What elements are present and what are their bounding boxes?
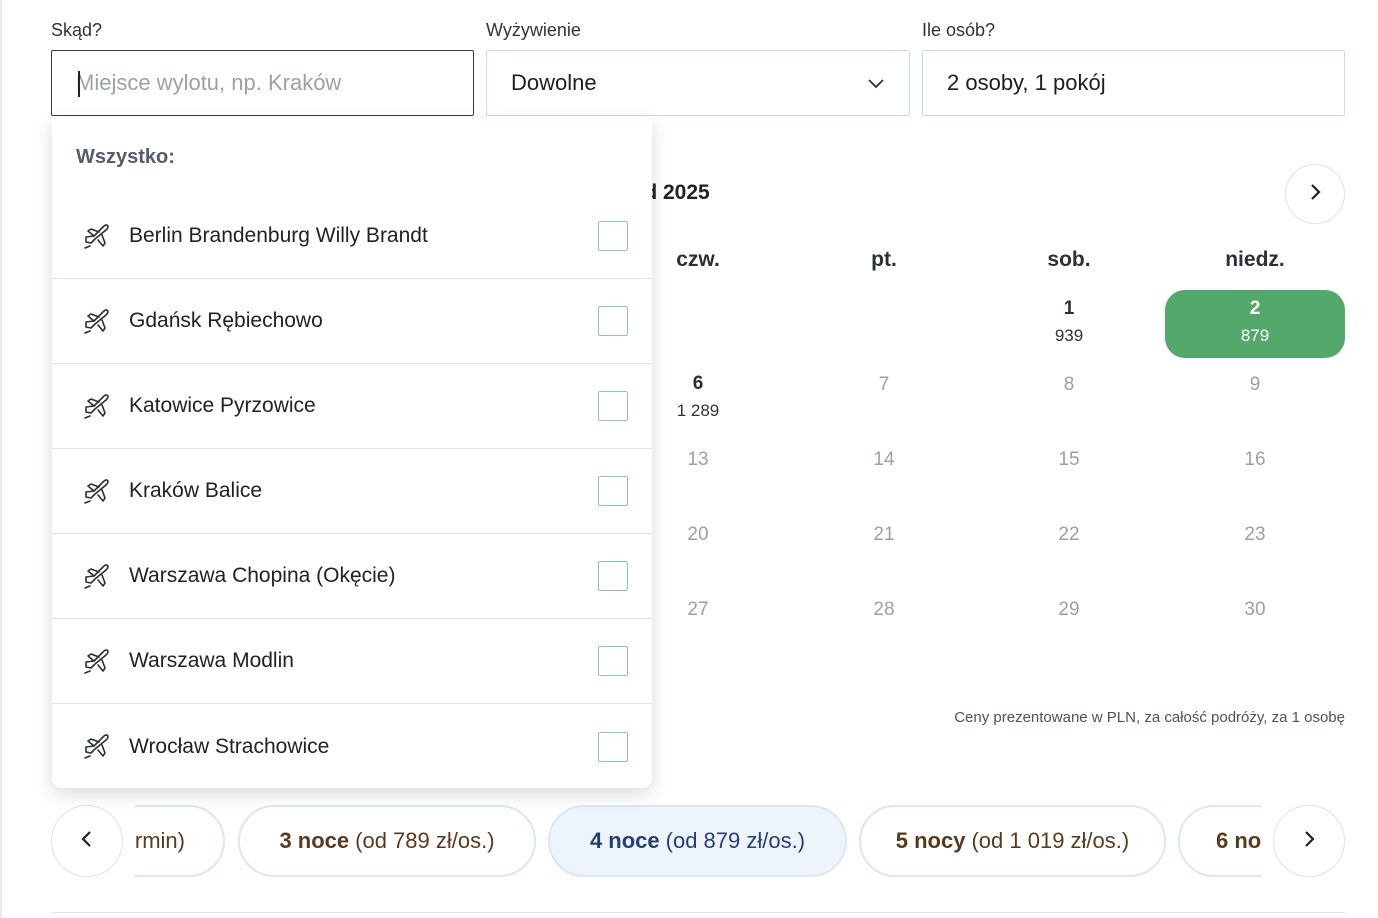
chevron-left-icon	[81, 830, 93, 853]
calendar-day-1[interactable]: 1 939	[979, 290, 1159, 358]
airport-checkbox[interactable]	[598, 646, 628, 676]
airport-option-label: Kraków Balice	[129, 479, 263, 502]
nights-option-count: 4 noce	[589, 828, 660, 853]
airplane-icon	[82, 477, 112, 507]
calendar-day-8: 8	[979, 360, 1159, 428]
day-number: 29	[1058, 599, 1080, 620]
people-field[interactable]: 2 osoby, 1 pokój	[922, 50, 1345, 116]
nights-option-price: (od 1 019 zł/os.)	[971, 828, 1130, 853]
airport-checkbox[interactable]	[598, 391, 628, 421]
from-field[interactable]	[51, 50, 474, 116]
calendar-day-7: 7	[794, 360, 974, 428]
departure-dropdown: Wszystko: Berlin Brandenburg Willy Brand…	[52, 118, 652, 788]
calendar-day-23: 23	[1165, 510, 1345, 578]
nights-option-4[interactable]: 4 noce (od 879 zł/os.)	[548, 805, 847, 877]
day-number: 7	[878, 374, 890, 395]
day-number: 22	[1058, 524, 1080, 545]
nights-option-5[interactable]: 5 nocy (od 1 019 zł/os.)	[859, 805, 1166, 877]
day-number: 30	[1244, 599, 1266, 620]
weekday-fri: pt.	[871, 248, 897, 271]
airport-option[interactable]: Warszawa Chopina (Okęcie)	[52, 534, 652, 619]
dropdown-header: Wszystko:	[76, 146, 175, 168]
day-number: 21	[873, 524, 895, 545]
day-number: 1	[1063, 298, 1075, 319]
airport-option[interactable]: Kraków Balice	[52, 449, 652, 534]
nights-strip: rmin) 3 noce (od 789 zł/os.) 4 noce (od 87…	[135, 800, 1261, 882]
day-number: 14	[873, 449, 895, 470]
calendar-day-9: 9	[1165, 360, 1345, 428]
airport-option[interactable]: Wrocław Strachowice	[52, 704, 652, 789]
price-note: Ceny prezentowane w PLN, za całość podró…	[954, 709, 1345, 726]
people-label: Ile osób?	[922, 20, 996, 40]
people-value: 2 osoby, 1 pokój	[947, 70, 1106, 95]
next-month-button[interactable]	[1285, 164, 1345, 224]
chevron-right-icon	[1303, 830, 1315, 853]
calendar-day-15: 15	[979, 435, 1159, 503]
airport-option[interactable]: Berlin Brandenburg Willy Brandt	[52, 194, 652, 279]
nights-next-button[interactable]	[1273, 805, 1345, 877]
airplane-icon	[82, 307, 112, 337]
airport-option-label: Katowice Pyrzowice	[129, 394, 316, 417]
day-number: 23	[1244, 524, 1266, 545]
calendar-day-30: 30	[1165, 585, 1345, 653]
nights-option-3[interactable]: 3 noce (od 789 zł/os.)	[238, 805, 536, 877]
nights-option-price: (od 789 zł/os.)	[355, 828, 495, 853]
from-label: Skąd?	[51, 20, 103, 40]
chevron-down-icon	[867, 70, 885, 96]
airplane-icon	[82, 222, 112, 252]
nights-option-count: 6 no	[1216, 828, 1261, 853]
from-input[interactable]	[76, 70, 449, 96]
airport-option-label: Warszawa Modlin	[129, 649, 294, 672]
airport-option[interactable]: Katowice Pyrzowice	[52, 364, 652, 449]
calendar-day-14: 14	[794, 435, 974, 503]
board-value: Dowolne	[511, 70, 597, 95]
airport-checkbox[interactable]	[598, 306, 628, 336]
airport-checkbox[interactable]	[598, 221, 628, 251]
airport-option-label: Warszawa Chopina (Okęcie)	[129, 564, 396, 587]
day-number: 9	[1249, 374, 1261, 395]
airplane-icon	[82, 392, 112, 422]
day-number: 28	[873, 599, 895, 620]
day-number: 15	[1058, 449, 1080, 470]
nights-option-6[interactable]: 6 no	[1178, 805, 1261, 877]
airport-option[interactable]: Warszawa Modlin	[52, 619, 652, 704]
nights-prev-button[interactable]	[51, 805, 123, 877]
text-caret	[78, 71, 80, 97]
airport-checkbox[interactable]	[598, 731, 628, 762]
bottom-divider	[51, 912, 1345, 913]
nights-option-count: 5 nocy	[895, 828, 966, 853]
calendar-day-16: 16	[1165, 435, 1345, 503]
airplane-icon	[82, 732, 112, 762]
calendar-day-22: 22	[979, 510, 1159, 578]
nights-option-label: rmin)	[135, 828, 185, 853]
airplane-icon	[82, 562, 112, 592]
airport-checkbox[interactable]	[598, 561, 628, 591]
calendar-day-29: 29	[979, 585, 1159, 653]
day-number: 16	[1244, 449, 1266, 470]
board-label: Wyżywienie	[486, 20, 581, 40]
airport-option[interactable]: Gdańsk Rębiechowo	[52, 279, 652, 364]
day-price: 879	[1240, 326, 1270, 345]
calendar-day-2-selected[interactable]: 2 879	[1165, 290, 1345, 358]
day-number: 2	[1249, 298, 1261, 319]
board-select[interactable]: Dowolne	[486, 50, 910, 116]
day-price: 939	[1054, 326, 1084, 345]
nights-option-partial[interactable]: rmin)	[135, 805, 225, 877]
airplane-icon	[82, 647, 112, 677]
page-left-border	[0, 0, 2, 918]
calendar-day-21: 21	[794, 510, 974, 578]
chevron-right-icon	[1309, 183, 1321, 206]
airport-checkbox[interactable]	[598, 476, 628, 506]
airport-option-label: Wrocław Strachowice	[129, 734, 330, 758]
nights-option-count: 3 noce	[279, 828, 350, 853]
nights-option-price: (od 879 zł/os.)	[665, 828, 806, 853]
day-number: 8	[1063, 374, 1075, 395]
airport-option-label: Gdańsk Rębiechowo	[129, 309, 323, 332]
weekday-sun: niedz.	[1225, 248, 1285, 271]
weekday-sat: sob.	[1047, 248, 1091, 271]
calendar-day-28: 28	[794, 585, 974, 653]
airport-option-label: Berlin Brandenburg Willy Brandt	[129, 224, 428, 247]
